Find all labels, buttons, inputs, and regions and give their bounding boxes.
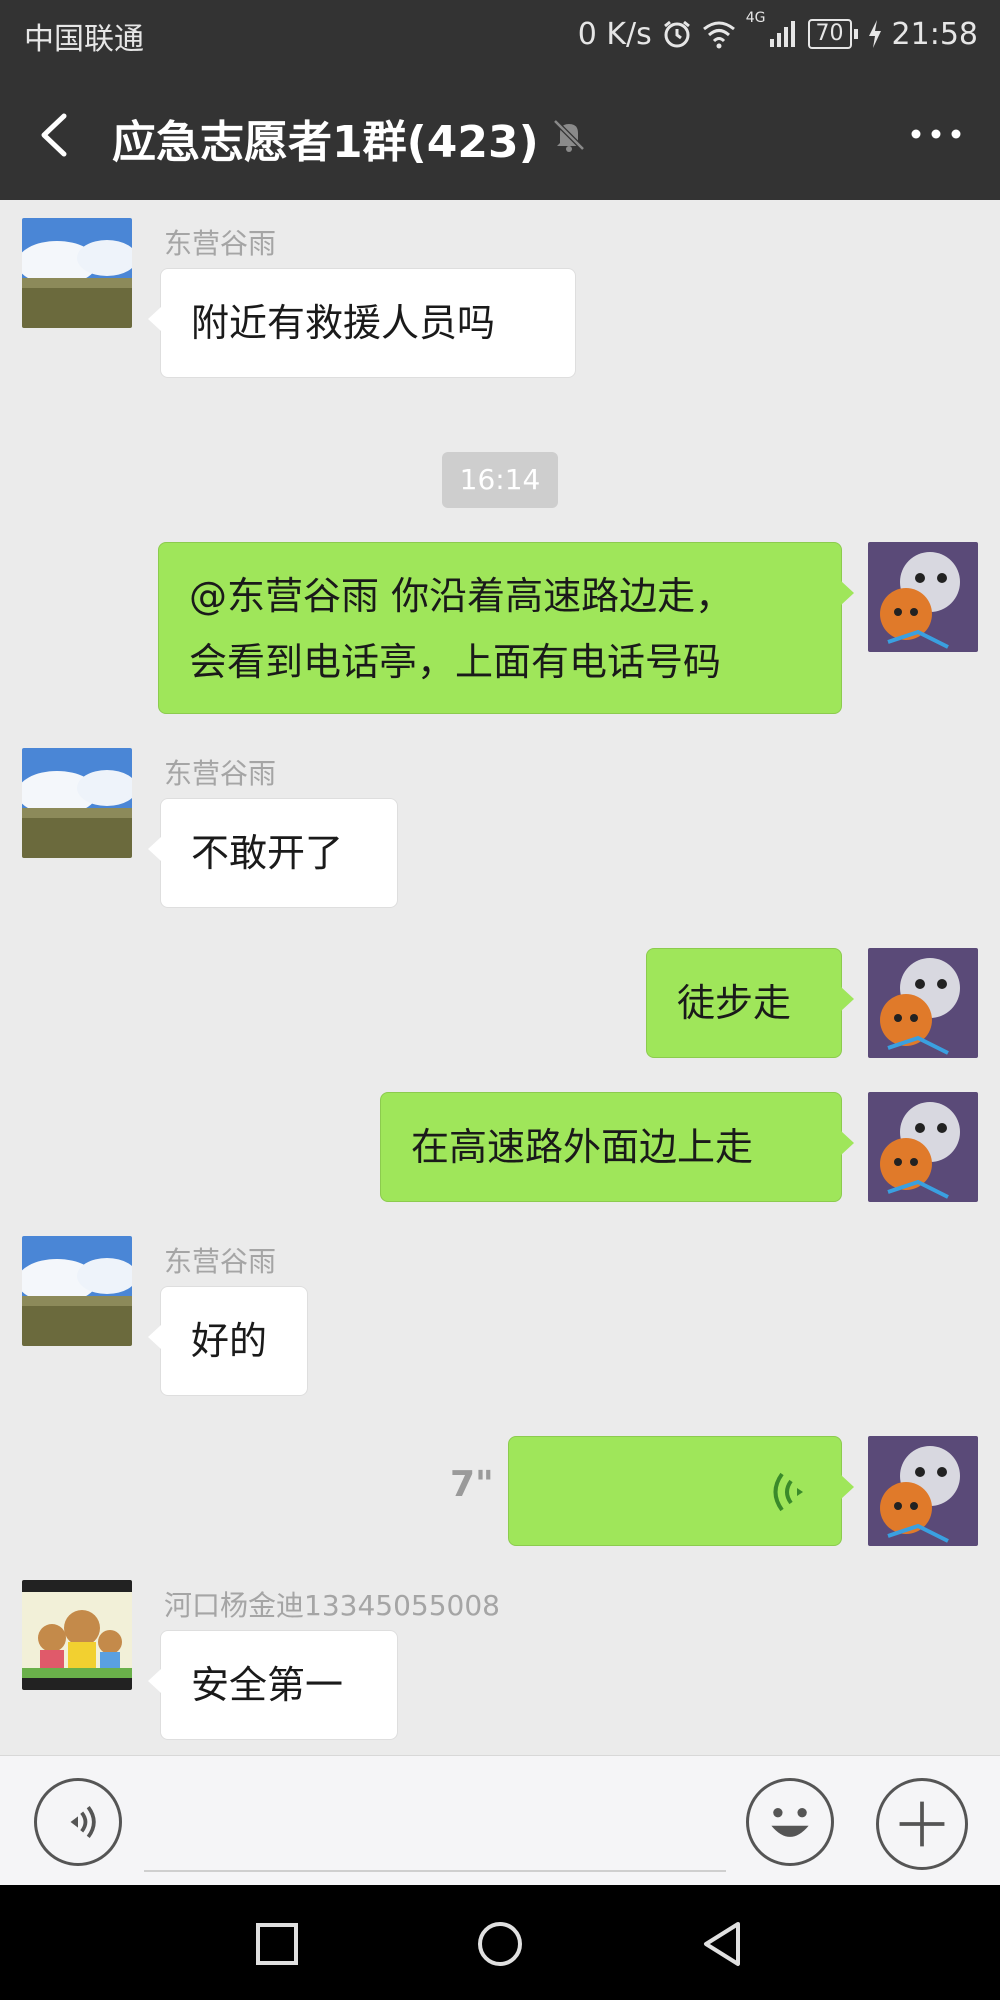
timestamp: 16:14 [442, 452, 558, 508]
top-bar: 中国联通 0 K/s 4G 70 21:58 应急志愿者1群(423) [0, 0, 1000, 200]
title-bar: 应急志愿者1群(423) [0, 68, 1000, 200]
avatar-landscape[interactable] [22, 218, 132, 328]
input-bar [0, 1755, 1000, 1886]
voice-wave-icon [773, 1472, 803, 1512]
voice-message-bubble[interactable] [508, 1436, 854, 1546]
message-bubble[interactable]: 安全第一 [148, 1630, 398, 1740]
net-speed: 0 K/s [577, 16, 652, 52]
battery-level: 70 [807, 19, 852, 49]
voice-duration: 7" [450, 1464, 494, 1505]
avatar-self[interactable] [868, 542, 978, 652]
chevron-left-icon[interactable] [30, 100, 80, 170]
bell-off-icon [553, 119, 585, 152]
message-bubble[interactable]: 附近有救援人员吗 [148, 268, 576, 378]
alarm-icon [663, 20, 690, 48]
system-nav-bar [0, 1885, 1000, 2000]
message-bubble-own[interactable]: 在高速路外面边上走 [380, 1092, 854, 1202]
clock: 21:58 [891, 16, 978, 52]
status-bar: 中国联通 0 K/s 4G 70 21:58 [0, 0, 1000, 68]
sender-name: 河口杨金迪13345055008 [164, 1589, 500, 1622]
emoji-icon[interactable] [746, 1778, 834, 1866]
message-bubble-own[interactable]: 徒步走 [646, 948, 854, 1058]
message-bubble-own[interactable]: @东营谷雨 你沿着高速路边走， 会看到电话亭，上面有电话号码 [158, 542, 854, 714]
sender-name: 东营谷雨 [164, 1245, 277, 1278]
message-input[interactable] [144, 1784, 726, 1872]
message-line: @东营谷雨 你沿着高速路边走， [189, 574, 734, 618]
carrier-name: 中国联通 [24, 22, 144, 57]
signal-icon [769, 21, 795, 47]
avatar-bears[interactable] [22, 1580, 132, 1690]
chat-area[interactable]: 东营谷雨 附近有救援人员吗 16:14 @东营谷雨 你沿着高速路边走， 会看到电… [0, 200, 1000, 1755]
message-bubble[interactable]: 不敢开了 [148, 798, 398, 908]
network-type: 4G [745, 10, 766, 26]
message-bubble[interactable]: 好的 [148, 1286, 308, 1396]
avatar-self[interactable] [868, 1436, 978, 1546]
home-icon[interactable] [475, 1919, 525, 1969]
battery-indicator: 70 [807, 19, 858, 49]
charging-icon [868, 20, 881, 48]
recent-apps-icon[interactable] [252, 1919, 302, 1969]
plus-icon[interactable] [876, 1778, 968, 1870]
sender-name: 东营谷雨 [164, 757, 277, 790]
chat-title: 应急志愿者1群(423) [112, 117, 539, 168]
status-icons: 0 K/s 4G 70 21:58 [578, 10, 978, 58]
avatar-self[interactable] [868, 1092, 978, 1202]
message-line: 会看到电话亭，上面有电话号码 [189, 640, 722, 684]
wifi-icon [702, 21, 735, 49]
voice-mode-icon[interactable] [34, 1778, 122, 1866]
more-horizontal-icon[interactable] [908, 124, 964, 144]
sender-name: 东营谷雨 [164, 227, 277, 260]
avatar-self[interactable] [868, 948, 978, 1058]
avatar-landscape[interactable] [22, 1236, 132, 1346]
back-triangle-icon[interactable] [698, 1919, 748, 1969]
avatar-landscape[interactable] [22, 748, 132, 858]
